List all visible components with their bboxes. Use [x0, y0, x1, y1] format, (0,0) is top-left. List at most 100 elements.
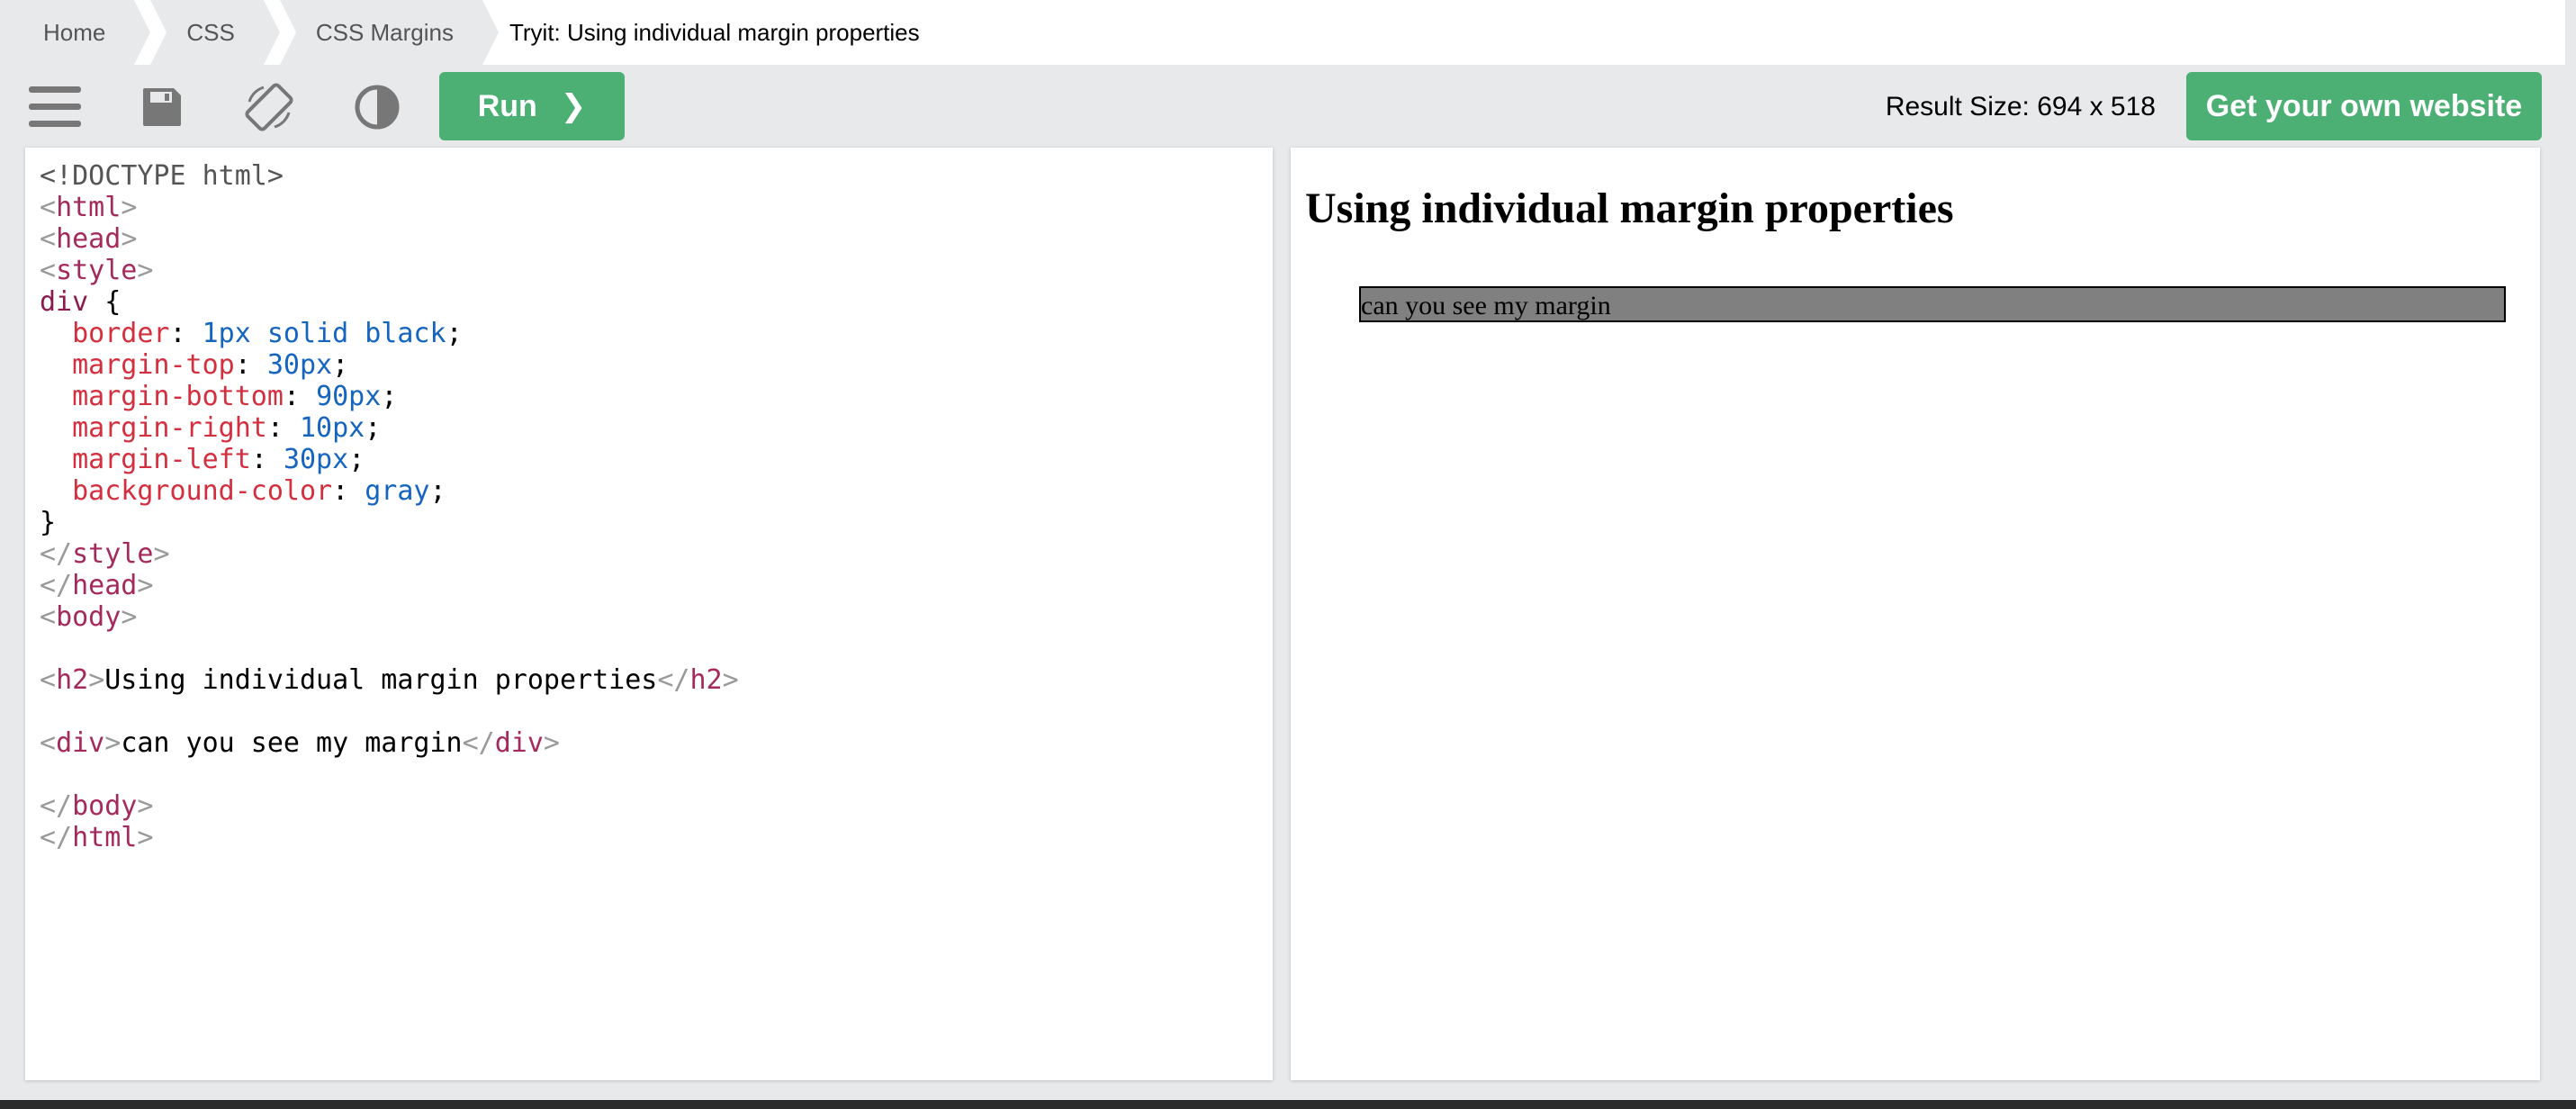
code-token: div	[494, 727, 544, 759]
rotate-icon[interactable]	[241, 79, 297, 135]
code-token: Using individual margin properties	[104, 664, 658, 696]
code-token: can you see my margin	[121, 727, 463, 759]
code-line: <style>	[40, 255, 739, 286]
code-token: </	[40, 790, 73, 822]
code-token: style	[56, 255, 138, 286]
code-editor-text[interactable]: <!DOCTYPE html> <html> <head> <style> div { …	[40, 160, 739, 853]
code-token: >	[137, 570, 154, 601]
code-line: </body>	[40, 790, 739, 822]
code-token: <!DOCTYPE html>	[40, 160, 284, 192]
code-token: 1px solid black	[202, 318, 446, 349]
code-token: h2	[689, 664, 723, 696]
code-token: <	[40, 223, 57, 255]
code-token: >	[121, 601, 138, 633]
code-token: margin-right	[72, 412, 267, 444]
code-token: 90px	[316, 381, 382, 412]
code-line: margin-bottom: 90px;	[40, 381, 739, 412]
code-token: ;	[429, 475, 446, 507]
get-your-own-website-button[interactable]: Get your own website	[2186, 72, 2542, 140]
code-token: h2	[56, 664, 89, 696]
code-token: >	[137, 790, 154, 822]
code-token: margin-left	[72, 444, 251, 475]
code-token: border	[72, 318, 170, 349]
code-token: </	[657, 664, 690, 696]
code-line: <head>	[40, 223, 739, 255]
code-token: div	[56, 727, 105, 759]
code-token: <	[40, 192, 57, 223]
code-token: </	[40, 538, 73, 570]
breadcrumb-home[interactable]: Home	[9, 0, 151, 65]
code-token: :	[283, 381, 317, 412]
breadcrumb: Home CSS CSS Margins Tryit: Using indivi…	[9, 0, 2565, 65]
code-token: body	[72, 790, 138, 822]
code-token: <	[40, 727, 57, 759]
code-token: <	[40, 601, 57, 633]
code-token: {	[104, 286, 122, 318]
code-token: html	[72, 822, 138, 853]
contrast-icon[interactable]	[349, 79, 405, 135]
code-token: >	[722, 664, 739, 696]
code-line: </html>	[40, 822, 739, 853]
code-token: style	[72, 538, 154, 570]
code-line: }	[40, 507, 739, 538]
chevron-right-icon: ❯	[560, 89, 587, 123]
code-token: head	[72, 570, 138, 601]
result-panel: Using individual margin properties can y…	[1291, 148, 2540, 1080]
code-line: margin-right: 10px;	[40, 412, 739, 444]
code-token: >	[121, 223, 138, 255]
code-token: </	[40, 822, 73, 853]
code-token: margin-top	[72, 349, 235, 381]
code-token: div	[40, 286, 105, 318]
save-icon[interactable]	[134, 79, 190, 135]
code-line: </style>	[40, 538, 739, 570]
code-token: </	[462, 727, 495, 759]
code-token: gray	[365, 475, 430, 507]
code-token: ;	[348, 444, 365, 475]
code-token: 30px	[266, 349, 333, 381]
code-token: >	[104, 727, 122, 759]
code-token: :	[250, 444, 284, 475]
code-token: ;	[381, 381, 398, 412]
code-line: margin-top: 30px;	[40, 349, 739, 381]
code-line: div {	[40, 286, 739, 318]
code-token: :	[234, 349, 267, 381]
code-line: <html>	[40, 192, 739, 223]
code-token: background-color	[72, 475, 333, 507]
code-token: >	[137, 822, 154, 853]
code-line: <div>can you see my margin</div>	[40, 727, 739, 759]
code-token: margin-bottom	[72, 381, 284, 412]
code-line: <!DOCTYPE html>	[40, 160, 739, 192]
code-token: >	[88, 664, 105, 696]
code-editor-panel[interactable]: <!DOCTYPE html> <html> <head> <style> div { …	[25, 148, 1273, 1080]
code-token: :	[332, 475, 365, 507]
code-token: :	[169, 318, 203, 349]
code-token: html	[56, 192, 122, 223]
code-token: ;	[365, 412, 382, 444]
code-token: <	[40, 255, 57, 286]
code-token: ;	[332, 349, 349, 381]
result-margin-div: can you see my margin	[1359, 286, 2506, 322]
code-line: background-color: gray;	[40, 475, 739, 507]
window-bottom-edge	[0, 1100, 2576, 1109]
result-size-readout: Result Size: 694 x 518	[1885, 92, 2156, 122]
code-token: >	[121, 192, 138, 223]
code-token: :	[266, 412, 300, 444]
breadcrumb-css[interactable]: CSS	[150, 0, 281, 65]
code-line: <h2>Using individual margin properties</…	[40, 664, 739, 696]
code-token: 10px	[300, 412, 365, 444]
breadcrumb-css-margins[interactable]: CSS Margins	[279, 0, 500, 65]
toolbar: Run ❯ Result Size: 694 x 518 Get your ow…	[9, 65, 2565, 148]
code-line: </head>	[40, 570, 739, 601]
menu-icon[interactable]	[27, 79, 83, 135]
code-token: >	[137, 255, 154, 286]
code-token: }	[40, 507, 57, 538]
code-token: ;	[446, 318, 463, 349]
run-button[interactable]: Run ❯	[439, 72, 625, 140]
breadcrumb-current-page: Tryit: Using individual margin propertie…	[509, 18, 920, 46]
code-token: >	[153, 538, 170, 570]
